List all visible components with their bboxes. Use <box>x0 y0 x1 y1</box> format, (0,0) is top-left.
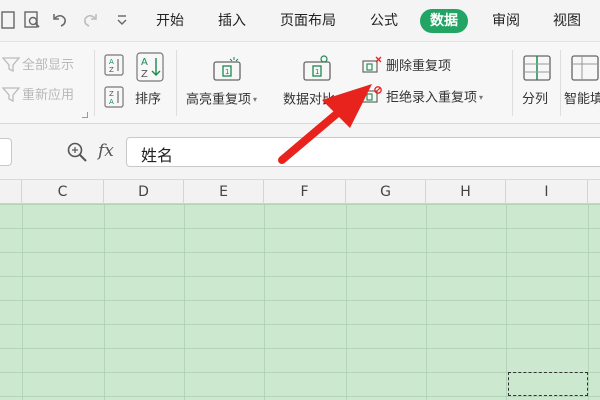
sort-icon[interactable]: AZ <box>136 52 164 82</box>
svg-text:1: 1 <box>225 68 229 76</box>
highlight-duplicates-icon[interactable]: 1 <box>212 56 244 82</box>
gridline <box>104 204 105 400</box>
svg-text:Z: Z <box>109 66 114 74</box>
name-box-dropdown[interactable]: ▾ <box>0 138 12 166</box>
tab-page-layout[interactable]: 页面布局 <box>270 9 346 33</box>
sort-button[interactable]: 排序 <box>135 92 161 108</box>
sort-ascending-icon[interactable]: AZ <box>104 54 124 76</box>
gridline <box>184 204 185 400</box>
dropdown-caret-icon: ▾ <box>479 93 484 102</box>
gridline <box>264 204 265 400</box>
smart-fill-button[interactable]: 智能填 <box>564 92 600 108</box>
column-header-g[interactable]: G <box>346 180 426 204</box>
column-header-c[interactable]: C <box>22 180 104 204</box>
tab-data[interactable]: 数据 <box>420 9 468 33</box>
separator <box>94 50 95 116</box>
insert-function-button[interactable]: fx <box>98 141 114 161</box>
svg-text:Z: Z <box>109 90 114 98</box>
column-header-i[interactable]: I <box>506 180 588 204</box>
data-compare-button[interactable]: 数据对比 ▾ <box>283 92 341 109</box>
highlight-duplicates-label: 高亮重复项 <box>186 92 252 108</box>
svg-text:A: A <box>109 58 114 66</box>
gridline <box>346 204 347 400</box>
tab-formulas[interactable]: 公式 <box>360 9 408 33</box>
smart-fill-icon[interactable] <box>570 54 600 82</box>
tab-home[interactable]: 开始 <box>146 9 194 33</box>
undo-icon[interactable] <box>50 10 70 30</box>
delete-duplicates-button[interactable]: 删除重复项 <box>386 59 451 75</box>
tab-review[interactable]: 审阅 <box>482 9 530 33</box>
column-header-row: C D E F G H I <box>0 180 600 204</box>
document-icon[interactable] <box>0 10 20 30</box>
formula-input[interactable]: 姓名 <box>126 137 600 167</box>
split-column-button[interactable]: 分列 <box>522 92 548 108</box>
gridline <box>588 204 589 400</box>
dropdown-caret-icon: ▾ <box>253 95 258 104</box>
column-header-b[interactable] <box>0 180 22 204</box>
tab-insert[interactable]: 插入 <box>208 9 256 33</box>
reapply-button[interactable]: 重新应用 <box>22 88 74 104</box>
column-header-f[interactable]: F <box>264 180 346 204</box>
gridline <box>506 204 507 400</box>
sort-descending-icon[interactable]: ZA <box>104 86 124 108</box>
column-header-h[interactable]: H <box>426 180 506 204</box>
formula-content: 姓名 <box>141 146 174 165</box>
reject-duplicates-label: 拒绝录入重复项 <box>386 90 478 106</box>
formula-bar: ▾ fx 姓名 <box>0 124 600 180</box>
data-compare-label: 数据对比 <box>283 92 336 108</box>
highlight-duplicates-button[interactable]: 高亮重复项 ▾ <box>186 92 257 109</box>
delete-duplicates-icon[interactable] <box>362 56 382 74</box>
group-expand-icon[interactable] <box>82 112 88 118</box>
cell-grid[interactable] <box>0 204 600 400</box>
column-header-e[interactable]: E <box>184 180 264 204</box>
reject-duplicates-button[interactable]: 拒绝录入重复项 ▾ <box>386 90 483 107</box>
ribbon: 全部显示 重新应用 AZ ZA AZ 排序 1 高亮重复项 ▾ 1 数据对比 ▾ 删… <box>0 42 600 124</box>
reapply-filter-icon <box>2 86 20 102</box>
reject-duplicates-icon[interactable] <box>362 86 382 104</box>
redo-icon[interactable] <box>80 10 100 30</box>
separator <box>176 50 177 116</box>
svg-text:1: 1 <box>315 68 319 76</box>
menu-bar: 开始 插入 页面布局 公式 数据 审阅 视图 <box>0 0 600 42</box>
data-compare-icon[interactable]: 1 <box>302 54 334 82</box>
show-all-button[interactable]: 全部显示 <box>22 58 74 74</box>
dropdown-caret-icon: ▾ <box>337 95 342 104</box>
split-column-icon[interactable] <box>522 54 552 82</box>
tab-view[interactable]: 视图 <box>543 9 591 33</box>
copy-selection-marquee <box>508 372 588 396</box>
gridline <box>22 204 23 400</box>
svg-text:Z: Z <box>141 69 148 80</box>
separator <box>512 50 513 116</box>
customize-dropdown-icon[interactable] <box>112 10 132 30</box>
filter-icon <box>2 56 20 72</box>
svg-text:A: A <box>109 98 114 106</box>
column-header-j[interactable] <box>588 180 600 204</box>
separator <box>560 50 561 116</box>
gridline <box>426 204 427 400</box>
print-preview-icon[interactable] <box>22 10 42 30</box>
column-header-d[interactable]: D <box>104 180 184 204</box>
zoom-search-icon[interactable] <box>66 141 88 163</box>
svg-text:A: A <box>141 57 148 68</box>
